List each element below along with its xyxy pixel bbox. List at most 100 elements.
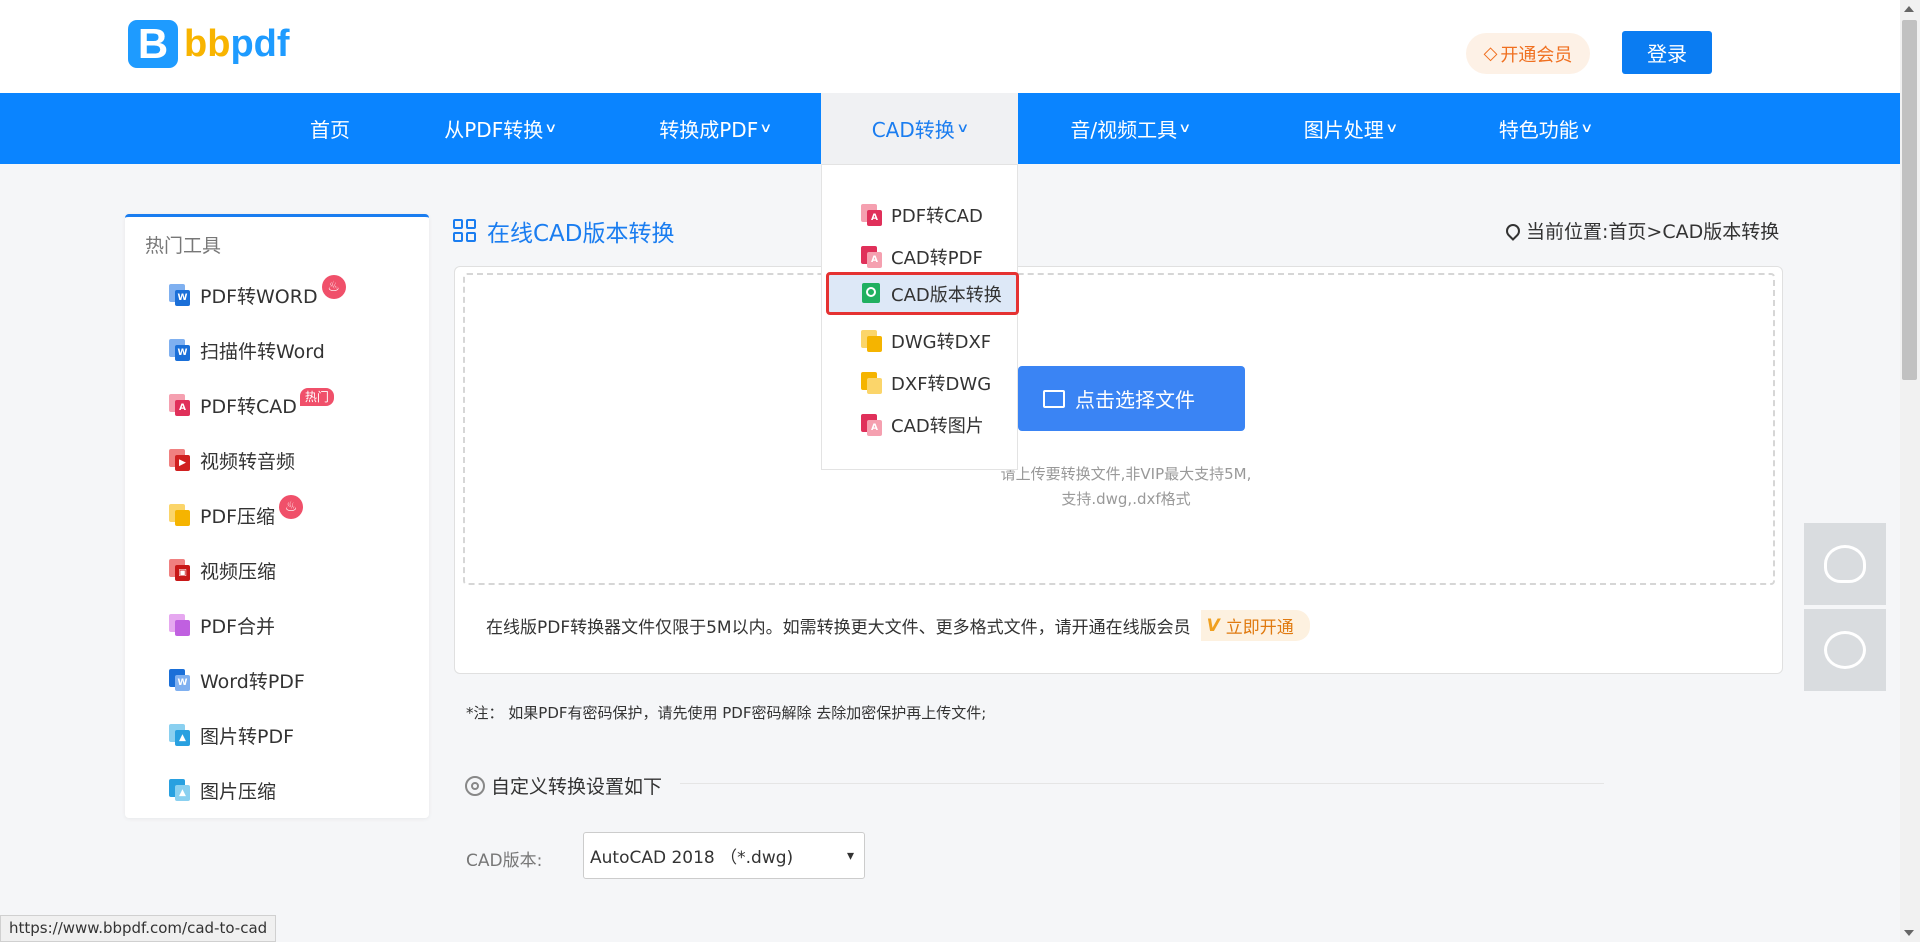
sidebar-item-pdf-compress[interactable]: PDF压缩 ♨ [169, 495, 304, 530]
breadcrumb: 当前位置:首页>CAD版本转换 [1503, 217, 1779, 244]
dropdown-item-label: CAD转PDF [891, 248, 983, 269]
nav-special[interactable]: 特色功能 ∨ [1465, 93, 1625, 164]
upload-hint-line2: 支持.dwg,.dxf格式 [1061, 490, 1191, 508]
nav-image[interactable]: 图片处理 ∨ [1270, 93, 1430, 164]
pdf-file-icon: A [169, 394, 191, 416]
cad-dropdown-menu: A PDF转CAD A CAD转PDF CAD版本转换 DWG转DXF DXF转… [821, 164, 1019, 470]
settings-section-title: 自定义转换设置如下 [465, 772, 662, 799]
fire-icon: ♨ [279, 495, 304, 519]
image-compress-icon: ▲ [169, 779, 191, 801]
sidebar-item-label: PDF转WORD [200, 285, 318, 308]
nav-label: CAD转换 [871, 118, 955, 142]
hot-badge: 热门 [299, 388, 334, 406]
chevron-down-icon: ∨ [1178, 121, 1192, 136]
grid-icon [453, 219, 477, 243]
dropdown-item-dwg-to-dxf[interactable]: DWG转DXF [822, 321, 1019, 361]
settings-divider [680, 783, 1604, 784]
dropdown-item-cad-to-image[interactable]: A CAD转图片 [822, 405, 1019, 445]
dropdown-item-label: CAD版本转换 [891, 284, 1002, 306]
nav-label: 图片处理 [1303, 118, 1384, 142]
dropdown-item-label: CAD转图片 [891, 416, 984, 437]
chat-contact-button[interactable] [1804, 609, 1886, 691]
open-vip-now-button[interactable]: V 立即开通 [1200, 610, 1310, 641]
nav-label: 从PDF转换 [444, 118, 544, 142]
nav-audio-video[interactable]: 音/视频工具 ∨ [1050, 93, 1210, 164]
nav-home[interactable]: 首页 [290, 93, 370, 164]
fire-icon: ♨ [321, 275, 346, 299]
merge-file-icon [169, 614, 191, 636]
dropdown-item-label: PDF转CAD [891, 206, 983, 227]
sidebar-item-label: 视频压缩 [200, 560, 277, 583]
dxf-file-icon [861, 372, 882, 394]
pdf-file-icon: A [861, 204, 882, 226]
compress-file-icon [169, 504, 191, 526]
image-file-icon: ▲ [169, 724, 191, 746]
dropdown-item-dxf-to-dwg[interactable]: DXF转DWG [822, 363, 1019, 403]
site-logo[interactable]: B bbpdf [128, 20, 290, 68]
scrollbar-thumb[interactable] [1902, 20, 1917, 380]
chevron-down-icon: ∨ [1384, 121, 1399, 136]
sidebar-item-word-to-pdf[interactable]: W Word转PDF [169, 665, 305, 695]
select-file-button[interactable]: 点击选择文件 [1018, 366, 1245, 431]
password-tip: *注： 如果PDF有密码保护，请先使用 PDF密码解除 去除加密保护再上传文件; [466, 704, 987, 722]
nav-label: 音/视频工具 [1070, 118, 1178, 142]
dropdown-item-pdf-to-cad[interactable]: A PDF转CAD [822, 195, 1019, 235]
page-title-text: 在线CAD版本转换 [487, 221, 675, 247]
chevron-down-icon: ∨ [759, 121, 773, 136]
chevron-down-icon: ∨ [955, 121, 970, 136]
vip-button[interactable]: ◇ 开通会员 [1466, 33, 1590, 74]
sidebar-item-video-compress[interactable]: ▣ 视频压缩 [169, 555, 276, 585]
sidebar-item-label: PDF合并 [200, 615, 276, 638]
sidebar-item-pdf-to-word[interactable]: W PDF转WORD ♨ [169, 275, 346, 310]
folder-upload-icon [1043, 389, 1065, 408]
scroll-up-arrow-icon[interactable] [1904, 6, 1914, 12]
hot-tools-sidebar: 热门工具 W PDF转WORD ♨ W 扫描件转Word A PDF转CAD 热… [125, 214, 429, 818]
video-file-icon: ▶ [169, 449, 191, 471]
dropdown-item-cad-to-pdf[interactable]: A CAD转PDF [822, 237, 1019, 277]
sidebar-item-label: Word转PDF [200, 670, 305, 693]
video-compress-icon: ▣ [169, 559, 191, 581]
dropdown-item-label: DXF转DWG [891, 374, 992, 395]
main-nav: 首页 从PDF转换 ∨ 转换成PDF ∨ CAD转换 ∨ 音/视频工具 ∨ 图片处理 ∨ … [0, 93, 1900, 164]
cad-file-icon: A [861, 246, 882, 268]
nav-label: 转换成PDF [659, 118, 759, 142]
chat-bubble-icon [1824, 631, 1866, 669]
site-header: B bbpdf ◇ 开通会员 登录 [0, 0, 1900, 93]
nav-to-pdf[interactable]: 转换成PDF ∨ [635, 93, 795, 164]
sidebar-item-image-to-pdf[interactable]: ▲ 图片转PDF [169, 720, 294, 750]
qq-contact-button[interactable] [1804, 523, 1886, 605]
nav-cad[interactable]: CAD转换 ∨ [821, 93, 1018, 164]
sidebar-item-pdf-merge[interactable]: PDF合并 [169, 610, 275, 640]
cad-version-icon [861, 282, 881, 305]
sidebar-item-scan-to-word[interactable]: W 扫描件转Word [169, 335, 325, 365]
vip-icon: V [1206, 615, 1220, 636]
scroll-down-arrow-icon[interactable] [1904, 930, 1914, 936]
location-pin-icon [1503, 220, 1523, 241]
sidebar-item-label: 图片压缩 [200, 780, 277, 803]
cad-image-icon: A [861, 414, 882, 436]
chevron-down-icon: ∨ [544, 121, 558, 136]
sidebar-item-label: PDF压缩 [200, 505, 276, 528]
diamond-icon: ◇ [1483, 43, 1498, 64]
logo-text: bbpdf [184, 22, 290, 65]
sidebar-item-label: 扫描件转Word [200, 340, 325, 363]
cad-version-value: AutoCAD 2018 （*.dwg) [590, 848, 794, 868]
sidebar-item-video-to-audio[interactable]: ▶ 视频转音频 [169, 445, 295, 475]
cad-version-label: CAD版本: [466, 851, 543, 871]
word-file-icon: W [169, 284, 191, 306]
nav-from-pdf[interactable]: 从PDF转换 ∨ [420, 93, 580, 164]
sidebar-title: 热门工具 [145, 235, 222, 257]
chevron-down-icon: ▾ [846, 847, 854, 864]
dropdown-item-cad-version[interactable]: CAD版本转换 [826, 272, 1019, 315]
gear-icon [465, 775, 485, 796]
select-file-label: 点击选择文件 [1075, 388, 1195, 412]
qq-icon [1824, 545, 1866, 583]
sidebar-item-pdf-to-cad[interactable]: A PDF转CAD 热门 [169, 388, 334, 420]
sidebar-item-image-compress[interactable]: ▲ 图片压缩 [169, 775, 276, 805]
login-button[interactable]: 登录 [1622, 31, 1712, 74]
sidebar-item-label: PDF转CAD [200, 395, 297, 418]
word-file-icon: W [169, 339, 191, 361]
cad-version-select[interactable]: AutoCAD 2018 （*.dwg) ▾ [583, 832, 865, 879]
vip-button-label: 开通会员 [1500, 44, 1573, 66]
nav-label: 首页 [310, 118, 350, 142]
